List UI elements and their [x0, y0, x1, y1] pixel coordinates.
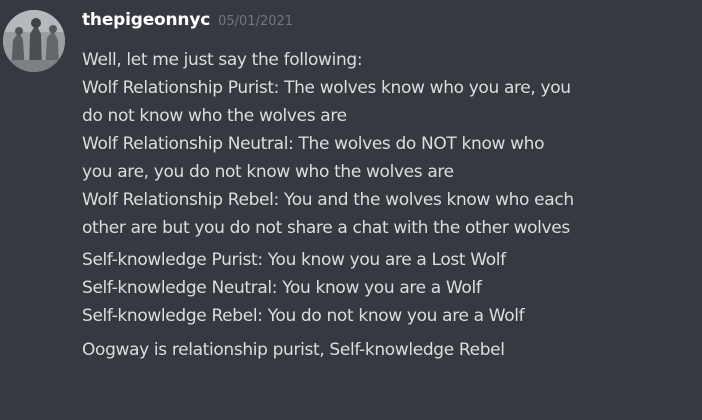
user-avatar-icon [3, 10, 65, 72]
message-line: do not know who the wolves are [82, 106, 347, 126]
message-line: other are but you do not share a chat wi… [82, 218, 570, 238]
message-line: Wolf Relationship Neutral: The wolves do… [82, 134, 545, 154]
chat-message: thepigeonnyc 05/01/2021 Well, let me jus… [0, 0, 702, 420]
timestamp[interactable]: 05/01/2021 [218, 14, 293, 29]
message-line: Oogway is relationship purist, Self-know… [82, 340, 505, 360]
message-line: Well, let me just say the following: [82, 50, 363, 70]
message-line: you are, you do not know who the wolves … [82, 162, 454, 182]
avatar[interactable] [3, 10, 65, 72]
message-line: Wolf Relationship Rebel: You and the wol… [82, 190, 574, 210]
message-line: Wolf Relationship Purist: The wolves kno… [82, 78, 571, 98]
message-line: Self-knowledge Neutral: You know you are… [82, 278, 482, 298]
username[interactable]: thepigeonnyc [82, 10, 210, 30]
message-line: Self-knowledge Rebel: You do not know yo… [82, 306, 525, 326]
message-header: thepigeonnyc 05/01/2021 [82, 10, 293, 34]
message-line: Self-knowledge Purist: You know you are … [82, 250, 506, 270]
message-content: Well, let me just say the following: Wol… [82, 46, 694, 364]
